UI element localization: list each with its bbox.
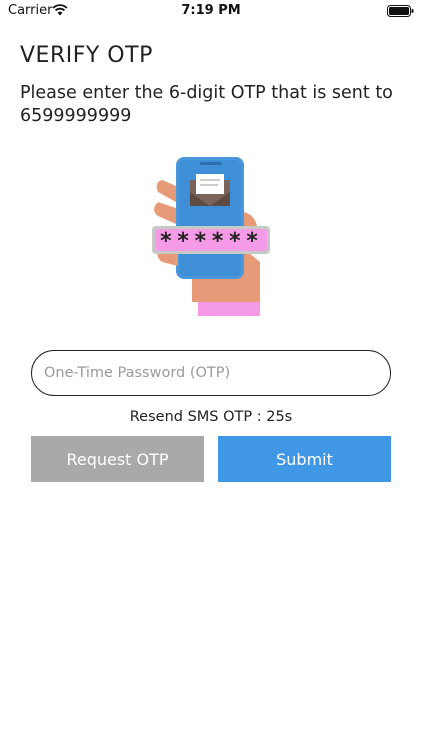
sleeve-cuff <box>198 302 260 316</box>
status-bar: Carrier 7:19 PM <box>0 0 422 22</box>
battery-icon <box>387 5 414 17</box>
submit-button[interactable]: Submit <box>218 436 391 482</box>
masked-code-text: ****** <box>159 229 262 254</box>
envelope-icon <box>190 174 230 206</box>
resend-otp-countdown: Resend SMS OTP : 25s <box>129 409 293 425</box>
otp-phone-illustration: ****** <box>152 157 270 316</box>
request-otp-button[interactable]: Request OTP <box>31 436 204 482</box>
page-subtitle: Please enter the 6-digit OTP that is sen… <box>20 83 393 126</box>
page-title: VERIFY OTP <box>20 43 153 68</box>
otp-input[interactable] <box>31 350 391 396</box>
clock: 7:19 PM <box>181 3 241 18</box>
